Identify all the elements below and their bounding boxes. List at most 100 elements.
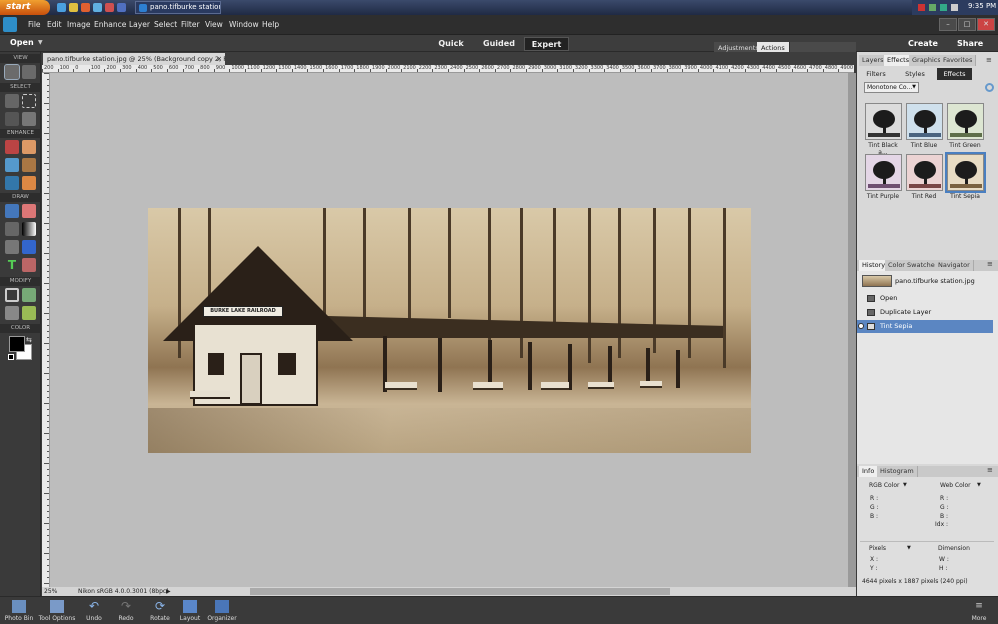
horizontal-scrollbar[interactable] — [250, 588, 670, 595]
panel-menu-icon[interactable]: ≡ — [986, 56, 992, 64]
tab-info[interactable]: Info — [859, 466, 879, 477]
subtab-effects[interactable]: Effects — [937, 68, 972, 80]
zoom-level[interactable]: 25% — [44, 587, 57, 596]
effect-thumb-black-white[interactable] — [865, 103, 902, 140]
quicklaunch-desktop-icon[interactable] — [117, 3, 126, 12]
menu-image[interactable]: Image — [67, 20, 91, 29]
rotate-button[interactable]: ⟳ Rotate — [146, 600, 174, 623]
menu-window[interactable]: Window — [229, 20, 259, 29]
web-mode-dropdown[interactable]: Web Color — [940, 482, 971, 489]
crop-tool-icon[interactable] — [5, 288, 19, 302]
menu-help[interactable]: Help — [262, 20, 279, 29]
marquee-tool-icon[interactable] — [22, 94, 36, 108]
history-item-open[interactable]: Open — [857, 292, 993, 305]
menu-edit[interactable]: Edit — [47, 20, 62, 29]
panel-menu-icon[interactable]: ≡ — [987, 260, 993, 268]
eraser-tool-icon[interactable] — [22, 204, 36, 218]
history-item-tint-sepia[interactable]: Tint Sepia — [857, 320, 993, 333]
organizer-button[interactable]: Organizer — [206, 600, 238, 622]
photo-canvas[interactable]: BURKE LAKE RAILROAD — [148, 208, 751, 453]
paint-bucket-tool-icon[interactable] — [5, 222, 19, 236]
zoom-tool-icon[interactable] — [4, 64, 20, 80]
photo-bin-button[interactable]: Photo Bin — [3, 600, 35, 622]
brush-tool-icon[interactable] — [5, 204, 19, 218]
more-button[interactable]: ≡ More — [968, 600, 990, 622]
foreground-color-swatch[interactable] — [9, 336, 25, 352]
spot-healing-tool-icon[interactable] — [22, 140, 36, 154]
history-item-duplicate-layer[interactable]: Duplicate Layer — [857, 306, 993, 319]
mode-tab-expert[interactable]: Expert — [524, 37, 569, 51]
tool-options-button[interactable]: Tool Options — [38, 600, 76, 622]
effect-thumb-red[interactable] — [906, 154, 943, 191]
chevron-down-icon[interactable]: ▼ — [977, 482, 981, 488]
tray-update-icon[interactable] — [940, 4, 947, 11]
tray-volume-icon[interactable] — [951, 4, 958, 11]
tab-favorites[interactable]: Favorites — [940, 55, 977, 66]
mode-tab-quick[interactable]: Quick — [432, 37, 470, 51]
tab-color-swatches[interactable]: Color Swatches — [885, 260, 943, 271]
effect-thumb-green[interactable] — [947, 103, 984, 140]
menu-select[interactable]: Select — [154, 20, 177, 29]
lasso-tool-icon[interactable] — [5, 112, 19, 126]
undo-button[interactable]: ↶ Undo — [82, 600, 106, 623]
effect-thumb-sepia[interactable] — [945, 152, 986, 193]
subtab-styles[interactable]: Styles — [898, 68, 932, 80]
menu-filter[interactable]: Filter — [181, 20, 200, 29]
taskbar-photoshop-button[interactable]: pano.tifburke station... — [135, 1, 221, 14]
type-tool-icon[interactable]: T — [5, 258, 19, 272]
quicklaunch-app-icon[interactable] — [93, 3, 102, 12]
create-button[interactable]: Create — [908, 39, 938, 48]
tab-navigator[interactable]: Navigator — [935, 260, 974, 271]
menu-view[interactable]: View — [205, 20, 223, 29]
default-colors-icon[interactable] — [8, 354, 14, 360]
maximize-button[interactable]: □ — [958, 18, 976, 31]
tab-histogram[interactable]: Histogram — [877, 466, 918, 477]
history-snapshot[interactable]: pano.tifburke station.jpg — [857, 275, 993, 288]
rgb-mode-dropdown[interactable]: RGB Color — [869, 482, 900, 489]
content-aware-move-tool-icon[interactable] — [5, 306, 19, 320]
effects-category-dropdown[interactable]: Monotone Co... ▼ — [864, 82, 919, 93]
tray-network-icon[interactable] — [929, 4, 936, 11]
blur-tool-icon[interactable] — [5, 176, 19, 190]
quicklaunch-ie-icon[interactable] — [57, 3, 66, 12]
document-tab[interactable]: pano.tifburke station.jpg @ 25% (Backgro… — [43, 53, 225, 65]
gradient-tool-icon[interactable] — [22, 222, 36, 236]
open-dropdown-icon[interactable]: ▼ — [38, 39, 43, 46]
status-menu-icon[interactable]: ▶ — [166, 587, 171, 596]
units-dropdown[interactable]: Pixels — [869, 545, 886, 552]
vertical-scrollbar[interactable] — [848, 73, 856, 587]
hand-tool-icon[interactable] — [22, 65, 36, 79]
straighten-tool-icon[interactable] — [22, 306, 36, 320]
open-button[interactable]: Open — [10, 38, 34, 47]
quicklaunch-folder-icon[interactable] — [69, 3, 78, 12]
shape-tool-icon[interactable] — [22, 240, 36, 254]
clone-stamp-tool-icon[interactable] — [22, 158, 36, 172]
history-state-slider-icon[interactable] — [858, 323, 864, 329]
pencil-tool-icon[interactable] — [22, 258, 36, 272]
chevron-down-icon[interactable]: ▼ — [907, 545, 911, 551]
close-button[interactable]: ✕ — [977, 18, 995, 31]
swap-colors-icon[interactable]: ⇆ — [26, 336, 32, 344]
red-eye-tool-icon[interactable] — [5, 140, 19, 154]
menu-layer[interactable]: Layer — [129, 20, 150, 29]
refresh-icon[interactable] — [985, 83, 994, 92]
subtab-filters[interactable]: Filters — [860, 68, 892, 80]
quicklaunch-media-icon[interactable] — [81, 3, 90, 12]
smart-brush-tool-icon[interactable] — [5, 158, 19, 172]
close-document-icon[interactable]: ✕ — [217, 53, 222, 65]
mode-tab-guided[interactable]: Guided — [478, 37, 520, 51]
sponge-tool-icon[interactable] — [22, 176, 36, 190]
quick-selection-tool-icon[interactable] — [22, 112, 36, 126]
effect-thumb-purple[interactable] — [865, 154, 902, 191]
recompose-tool-icon[interactable] — [22, 288, 36, 302]
share-button[interactable]: Share — [957, 39, 983, 48]
layout-button[interactable]: Layout — [178, 600, 202, 622]
tray-antivirus-icon[interactable] — [918, 4, 925, 11]
move-tool-icon[interactable] — [5, 94, 19, 108]
minimize-button[interactable]: – — [939, 18, 957, 31]
chevron-down-icon[interactable]: ▼ — [903, 482, 907, 488]
quicklaunch-firefox-icon[interactable] — [105, 3, 114, 12]
menu-enhance[interactable]: Enhance — [94, 20, 126, 29]
menu-file[interactable]: File — [28, 20, 41, 29]
panel-menu-icon[interactable]: ≡ — [987, 466, 993, 474]
